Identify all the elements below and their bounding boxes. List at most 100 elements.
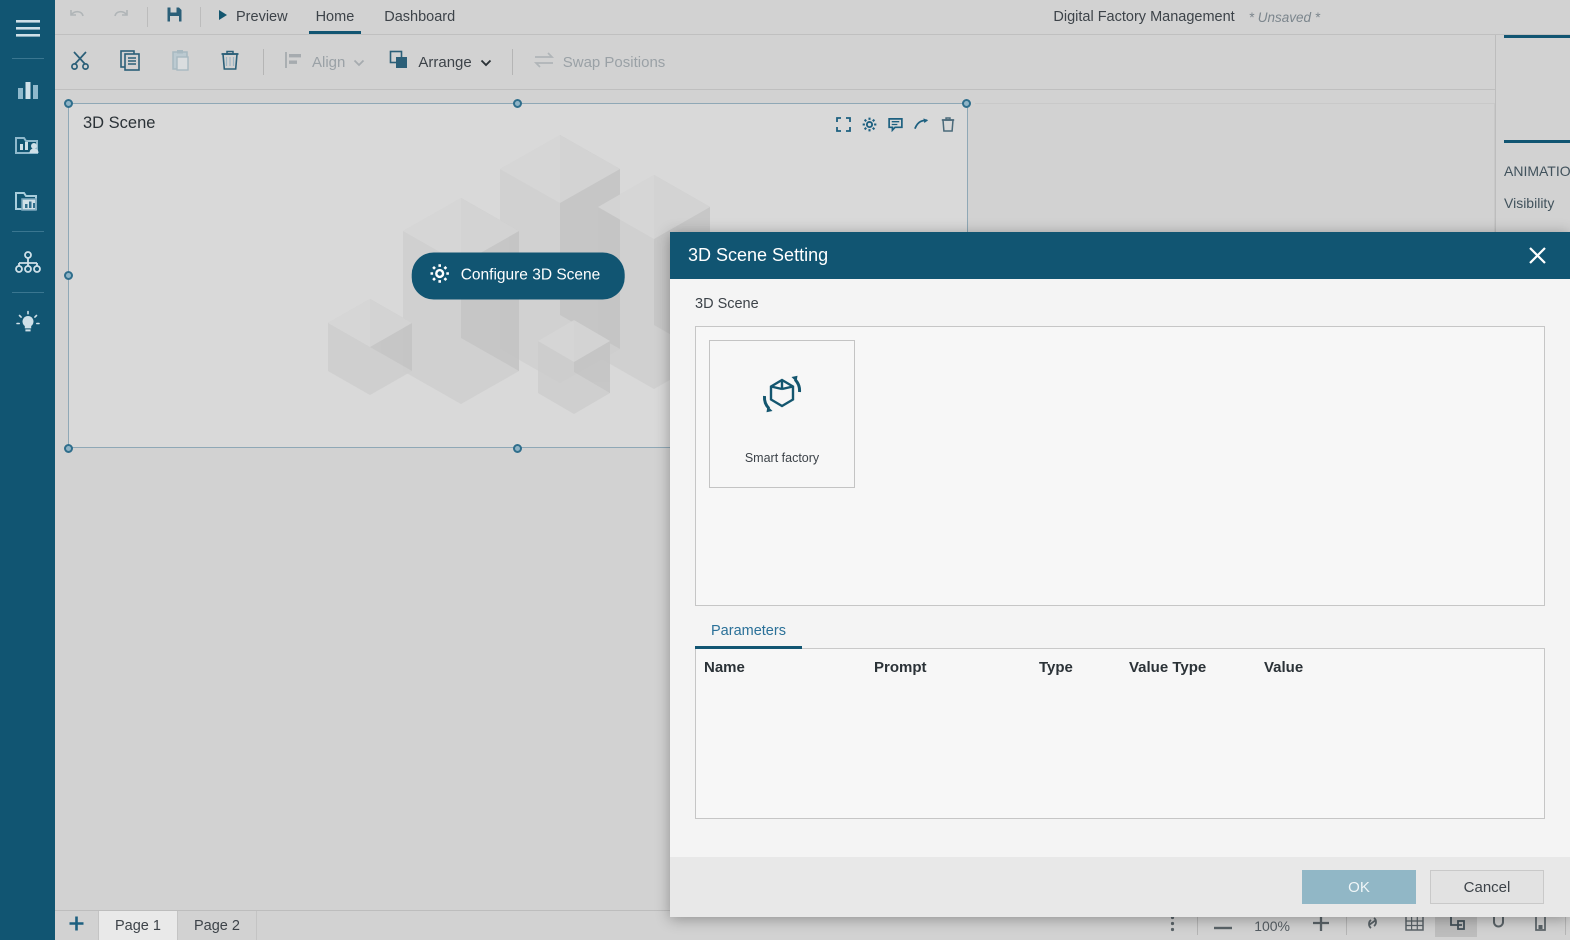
column-header-value-type: Value Type [1129, 659, 1264, 676]
selection-handle-top-left[interactable] [64, 99, 73, 108]
share-icon[interactable] [914, 117, 930, 131]
document-title-group: Digital Factory Management * Unsaved * [1053, 0, 1320, 34]
copy-button[interactable] [105, 35, 155, 90]
minus-icon [1214, 917, 1232, 935]
ribbon-toolbar: Align Arrange Swap P [55, 35, 1570, 90]
snap-icon [1447, 914, 1466, 937]
column-header-type: Type [1039, 659, 1129, 676]
inspector-tab-indicator [1504, 35, 1570, 38]
arrange-label: Arrange [418, 54, 471, 71]
expand-icon[interactable] [836, 117, 851, 132]
arrange-dropdown[interactable]: Arrange [377, 50, 503, 74]
redo-button[interactable] [99, 0, 143, 34]
paste-button[interactable] [155, 35, 205, 90]
copy-icon [119, 49, 141, 76]
configure-3d-scene-button[interactable]: Configure 3D Scene [412, 252, 625, 299]
preview-button[interactable]: Preview [205, 0, 301, 34]
ok-button[interactable]: OK [1302, 870, 1416, 904]
chevron-down-icon [480, 56, 492, 68]
sidebar-divider [12, 292, 44, 293]
selection-handle-top-center[interactable] [513, 99, 522, 108]
arrange-icon [389, 50, 410, 74]
selection-handle-bottom-left[interactable] [64, 444, 73, 453]
sidebar-divider [12, 231, 44, 232]
page-tab-2-label: Page 2 [194, 918, 240, 934]
status-divider [1197, 917, 1198, 935]
align-dropdown[interactable]: Align [272, 51, 377, 73]
tab-dashboard[interactable]: Dashboard [369, 0, 470, 34]
comment-icon[interactable] [888, 117, 903, 132]
cancel-button[interactable]: Cancel [1430, 870, 1544, 904]
play-icon [218, 9, 229, 25]
selection-handle-mid-left[interactable] [64, 271, 73, 280]
plus-icon [68, 915, 85, 937]
sidebar-item-my-content[interactable] [0, 117, 55, 173]
left-sidebar [0, 0, 55, 940]
align-label: Align [312, 54, 345, 71]
undo-button[interactable] [55, 0, 99, 34]
tab-dashboard-label: Dashboard [384, 9, 455, 25]
rotate-icon [1489, 914, 1508, 937]
page-tab-1-label: Page 1 [115, 918, 161, 934]
toolbar-divider [200, 7, 201, 27]
selection-handle-bottom-center[interactable] [513, 444, 522, 453]
swap-positions-button[interactable]: Swap Positions [521, 51, 678, 73]
column-header-value: Value [1264, 659, 1384, 676]
widget-toolbar [836, 116, 955, 132]
inspector-section-animation: ANIMATIO [1504, 163, 1570, 179]
dialog-title: 3D Scene Setting [688, 245, 828, 266]
sidebar-item-charts[interactable] [0, 61, 55, 117]
sidebar-item-hierarchy[interactable] [0, 234, 55, 290]
status-divider [1565, 917, 1566, 935]
snap-button[interactable] [1435, 914, 1477, 937]
sidebar-divider [12, 58, 44, 59]
save-button[interactable] [152, 0, 196, 34]
swap-arrows-icon [533, 51, 555, 73]
gear-icon[interactable] [862, 117, 877, 132]
more-options-button[interactable] [1151, 915, 1193, 937]
org-hierarchy-icon [14, 250, 42, 274]
delete-button[interactable] [205, 35, 255, 90]
grid-icon [1405, 914, 1424, 937]
dialog-body: 3D Scene [670, 279, 1570, 819]
add-page-button[interactable] [55, 911, 99, 940]
grid-button[interactable] [1393, 914, 1435, 937]
zoom-level-label[interactable]: 100% [1244, 918, 1300, 934]
column-header-prompt: Prompt [874, 659, 1039, 676]
sidebar-item-shared-content[interactable] [0, 173, 55, 229]
preview-label: Preview [236, 9, 288, 25]
close-icon[interactable] [1522, 241, 1552, 271]
configure-button-label: Configure 3D Scene [461, 267, 601, 285]
dialog-3d-scene-setting: 3D Scene Setting 3D Scene [670, 232, 1570, 917]
kebab-menu-icon [1170, 915, 1175, 937]
hamburger-menu-icon [14, 18, 42, 38]
ribbon-divider [263, 49, 264, 75]
parameters-table: Name Prompt Type Value Type Value [695, 649, 1545, 819]
tab-home[interactable]: Home [301, 0, 370, 34]
sidebar-item-menu[interactable] [0, 0, 55, 56]
zoom-out-button[interactable] [1202, 917, 1244, 935]
widget-title: 3D Scene [83, 114, 155, 133]
page-tab-2[interactable]: Page 2 [178, 911, 257, 940]
status-divider [1346, 917, 1347, 935]
trash-icon[interactable] [941, 116, 955, 132]
device-icon [1531, 914, 1550, 937]
zoom-in-button[interactable] [1300, 914, 1342, 937]
toolbar-spacer [470, 0, 1053, 34]
sidebar-item-insights[interactable] [0, 295, 55, 351]
column-header-name: Name [704, 659, 874, 676]
link-button[interactable] [1351, 914, 1393, 937]
ribbon-divider [512, 49, 513, 75]
selection-handle-top-right[interactable] [962, 99, 971, 108]
tab-parameters[interactable]: Parameters [695, 619, 802, 649]
scene-picker[interactable]: Smart factory [695, 326, 1545, 606]
page-tab-1[interactable]: Page 1 [99, 911, 178, 940]
paste-icon [169, 49, 191, 76]
save-disk-icon [166, 6, 183, 28]
rotate-button[interactable] [1477, 914, 1519, 937]
toolbar-right-pad [1320, 0, 1570, 34]
scene-card-smart-factory[interactable]: Smart factory [709, 340, 855, 488]
cut-button[interactable] [55, 35, 105, 90]
unsaved-status-badge: * Unsaved * [1249, 10, 1320, 25]
device-button[interactable] [1519, 914, 1561, 937]
